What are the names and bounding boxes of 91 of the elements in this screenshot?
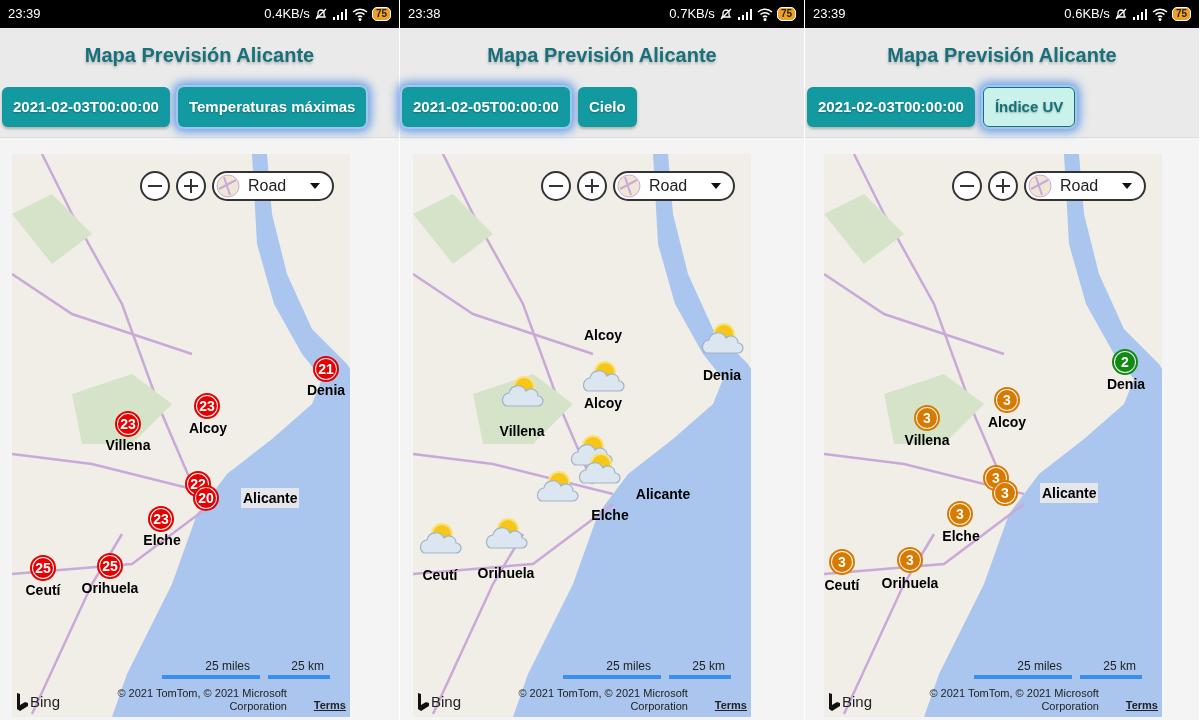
map-style-dropdown[interactable]: Road [1024,171,1146,201]
app-title: Mapa Previsión Alicante [486,43,718,68]
place-label: Alcoy [986,415,1028,429]
caret-icon [1122,183,1132,189]
map-copyright: © 2021 TomTom, © 2021 Microsoft Corporation [116,687,287,713]
sun-cloud-icon [418,521,462,557]
map-brand: Bing [842,691,873,712]
place-label: Ceutí [824,578,861,592]
sun-cloud-icon [535,469,579,505]
network-speed: 0.7KB/s [669,5,715,24]
terms-link[interactable]: Terms [714,696,747,713]
map-style-dropdown[interactable]: Road [212,171,334,201]
wifi-icon [756,7,773,21]
place-label: Elche [142,533,182,547]
sun-cloud-icon [700,321,744,357]
map-style-dropdown[interactable]: Road [613,171,735,201]
clock: 23:38 [408,5,441,24]
place-label: Orihuela [80,581,140,595]
wifi-icon [351,7,368,21]
scale-bar-miles: 25 miles [162,657,260,679]
place-label: Alicante [634,487,692,501]
scale-bar-miles: 25 miles [974,657,1072,679]
map-copyright: © 2021 TomTom, © 2021 Microsoft Corporation [928,687,1099,713]
sun-cloud-icon [484,516,528,552]
map-thumbnail-icon [216,174,240,198]
network-speed: 0.4KB/s [264,5,310,24]
date-button[interactable]: 2021-02-03T00:00:00 [2,87,170,127]
battery-indicator: 75 [371,7,391,21]
place-label: Elche [941,529,981,543]
scale-bar-km: 25 km [1080,657,1142,679]
clock: 23:39 [8,5,41,24]
caret-icon [711,183,721,189]
terms-link[interactable]: Terms [313,696,346,713]
sun-cloud-icon [581,359,625,395]
scale-bar-miles: 25 miles [563,657,661,679]
place-label: Alicante [241,488,300,508]
place-label: Orihuela [880,576,940,590]
caret-icon [310,183,320,189]
network-speed: 0.6KB/s [1064,5,1110,24]
bing-logo-icon [417,692,429,711]
scale-bar-km: 25 km [669,657,731,679]
wifi-icon [1151,7,1168,21]
muted-bell-icon [1113,7,1128,21]
map-brand: Bing [30,691,61,712]
terms-link[interactable]: Terms [1125,696,1158,713]
battery-indicator: 75 [1171,7,1191,21]
clock: 23:39 [813,5,846,24]
place-label: Elche [590,508,630,522]
layer-button[interactable]: Temperaturas máximas [177,87,367,127]
sun-cloud-icon [500,374,544,410]
signal-icon [331,8,348,20]
map-copyright: © 2021 TomTom, © 2021 Microsoft Corporation [517,687,688,713]
sun-cloud-icon [577,451,621,487]
map-thumbnail-icon [1028,174,1052,198]
app-title: Mapa Previsión Alicante [886,43,1118,68]
map-drawing[interactable] [824,154,1162,717]
plus-icon [585,179,599,193]
scale-bar-km: 25 km [268,657,330,679]
plus-icon [184,179,198,193]
place-label: Ceutí [421,568,459,582]
date-button[interactable]: 2021-02-03T00:00:00 [807,87,975,127]
place-label: Denia [1105,377,1147,391]
bing-logo-icon [16,692,28,711]
map-brand: Bing [431,691,462,712]
place-label: Villena [104,438,152,452]
place-label: Alcoy [582,328,624,342]
place-label: Orihuela [476,566,536,580]
place-label: Alcoy [187,421,229,435]
app-title: Mapa Previsión Alicante [83,43,316,68]
place-label: Ceutí [24,583,62,597]
minus-icon [148,185,162,187]
map-thumbnail-icon [617,174,641,198]
place-label: Alcoy [582,396,624,410]
layer-button[interactable]: Índice UV [982,87,1076,127]
minus-icon [549,185,563,187]
map-drawing[interactable] [12,154,350,717]
muted-bell-icon [313,7,328,21]
date-button[interactable]: 2021-02-05T00:00:00 [402,87,570,127]
bing-logo-icon [828,692,840,711]
signal-icon [736,8,753,20]
signal-icon [1131,8,1148,20]
battery-indicator: 75 [776,7,796,21]
layer-button[interactable]: Cielo [577,87,637,127]
muted-bell-icon [718,7,733,21]
place-label: Alicante [1040,483,1099,503]
minus-icon [960,185,974,187]
place-label: Villena [903,433,951,447]
place-label: Denia [701,368,743,382]
place-label: Denia [305,383,347,397]
place-label: Villena [498,424,546,438]
plus-icon [996,179,1010,193]
